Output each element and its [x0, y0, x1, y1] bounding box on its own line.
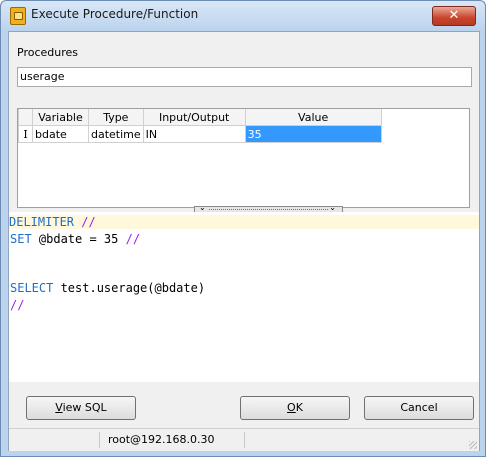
resize-grip-icon[interactable]: [469, 441, 477, 449]
sql-line-2: SET @bdate = 35 //: [10, 232, 140, 246]
close-button[interactable]: ✕: [432, 6, 476, 26]
splitter-grip: [209, 209, 328, 210]
window-title: Execute Procedure/Function: [31, 7, 199, 21]
ok-label: K: [295, 401, 303, 414]
cell-type[interactable]: datetime: [88, 125, 144, 143]
sql-line-1: DELIMITER //: [9, 215, 479, 229]
cell-input-output[interactable]: IN: [142, 125, 246, 143]
chevron-down-icon: ⌄: [329, 203, 336, 212]
column-header-value[interactable]: Value: [244, 109, 382, 126]
sql-text: @bdate = 35: [31, 232, 126, 246]
sql-editor[interactable]: DELIMITER // SET @bdate = 35 // SELECT t…: [9, 212, 479, 382]
chevron-down-icon: ⌄: [199, 203, 206, 212]
row-indicator-header: [18, 109, 33, 126]
grid-header-row: Variable Type Input/Output Value: [18, 109, 382, 126]
status-bar: root@192.168.0.30: [9, 428, 479, 451]
sql-line-6: //: [10, 298, 24, 312]
status-cell-empty: [9, 432, 100, 448]
cell-variable[interactable]: bdate: [32, 125, 89, 143]
sql-delimiter: //: [10, 298, 25, 312]
table-row[interactable]: I bdate datetime IN 35: [18, 125, 382, 143]
column-header-type[interactable]: Type: [88, 109, 144, 126]
sql-line-5: SELECT test.userage(@bdate): [10, 281, 205, 295]
sql-delimiter: //: [74, 215, 96, 229]
sql-text: test.userage(@bdate): [53, 281, 206, 295]
button-bar: View SQL OK Cancel: [9, 382, 479, 428]
sql-keyword: SET: [10, 232, 32, 246]
cell-value[interactable]: 35: [244, 125, 382, 143]
sql-keyword: SELECT: [10, 281, 54, 295]
procedures-label: Procedures: [17, 46, 78, 59]
procedure-input[interactable]: userage: [17, 67, 472, 87]
database-app-icon: [10, 7, 26, 25]
ok-accel: O: [287, 401, 296, 414]
parameters-grid: Variable Type Input/Output Value I bdate…: [17, 108, 470, 208]
sql-keyword: DELIMITER: [9, 215, 75, 229]
column-header-variable[interactable]: Variable: [32, 109, 89, 126]
row-edit-indicator: I: [18, 125, 33, 143]
execute-procedure-dialog: Execute Procedure/Function ✕ Procedures …: [0, 0, 486, 457]
dialog-body: Procedures userage Variable Type Input/O…: [8, 31, 480, 451]
view-sql-label: iew SQL: [62, 401, 107, 414]
title-bar[interactable]: Execute Procedure/Function ✕: [1, 1, 485, 31]
view-sql-accel: V: [55, 401, 63, 414]
column-header-input-output[interactable]: Input/Output: [142, 109, 246, 126]
ok-button[interactable]: OK: [240, 396, 350, 420]
cancel-button[interactable]: Cancel: [364, 396, 474, 420]
connection-status: root@192.168.0.30: [100, 432, 245, 448]
view-sql-button[interactable]: View SQL: [26, 396, 136, 420]
sql-delimiter: //: [125, 232, 141, 246]
